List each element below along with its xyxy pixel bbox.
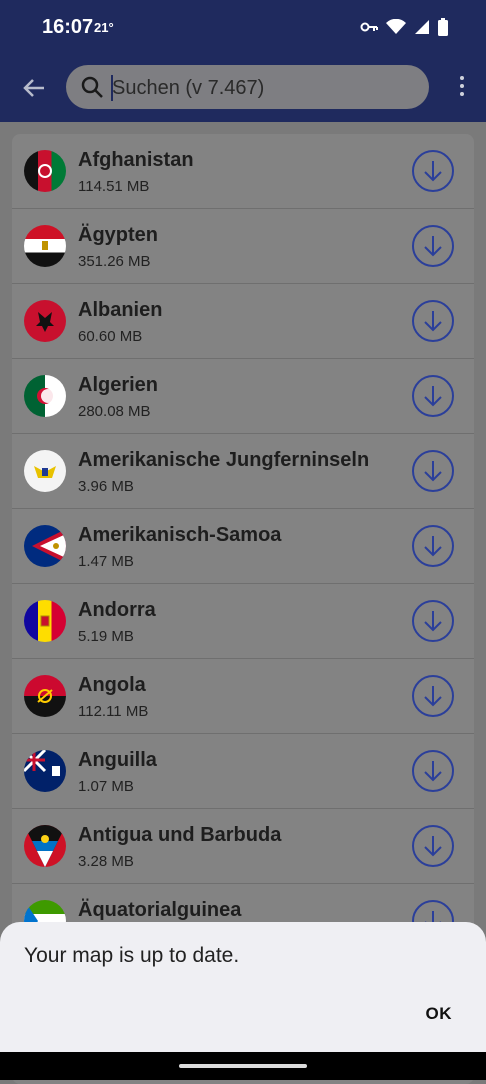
- flag-afghanistan-icon: [24, 150, 66, 192]
- download-size: 60.60 MB: [78, 328, 143, 345]
- country-name: Amerikanische Jungferninseln: [78, 449, 370, 471]
- download-icon[interactable]: [412, 225, 454, 267]
- back-arrow-icon[interactable]: [20, 74, 48, 102]
- battery-icon: [438, 18, 448, 36]
- download-size: 114.51 MB: [78, 178, 150, 195]
- country-name: Afghanistan: [78, 149, 194, 171]
- download-size: 5.19 MB: [78, 628, 134, 645]
- status-time: 16:07: [42, 16, 94, 38]
- list-item[interactable]: Antigua und Barbuda 3.28 MB: [12, 809, 474, 884]
- flag-egypt-icon: [24, 225, 66, 267]
- download-icon[interactable]: [412, 525, 454, 567]
- flag-andorra-icon: [24, 600, 66, 642]
- update-dialog: Your map is up to date. OK: [0, 922, 486, 1052]
- home-gesture-handle[interactable]: [179, 1064, 307, 1068]
- country-name: Amerikanisch-Samoa: [78, 524, 282, 546]
- download-icon[interactable]: [412, 375, 454, 417]
- download-size: 351.26 MB: [78, 253, 151, 270]
- download-size: 3.96 MB: [78, 478, 134, 495]
- download-icon[interactable]: [412, 300, 454, 342]
- search-input[interactable]: Suchen (v 7.467): [112, 77, 264, 100]
- country-name: Andorra: [78, 599, 156, 621]
- wifi-icon: [386, 19, 406, 34]
- flag-angola-icon: [24, 675, 66, 717]
- vpn-key-icon: [360, 22, 378, 32]
- search-icon: [81, 76, 103, 98]
- list-item[interactable]: Amerikanische Jungferninseln 3.96 MB: [12, 434, 474, 509]
- app-bar: Suchen (v 7.467): [0, 56, 486, 122]
- flag-antigua-barbuda-icon: [24, 825, 66, 867]
- country-name: Antigua und Barbuda: [78, 824, 282, 846]
- signal-icon: [415, 20, 429, 34]
- download-size: 3.28 MB: [78, 853, 134, 870]
- flag-anguilla-icon: [24, 750, 66, 792]
- download-size: 280.08 MB: [78, 403, 151, 420]
- list-item[interactable]: Anguilla 1.07 MB: [12, 734, 474, 809]
- country-name: Angola: [78, 674, 146, 696]
- status-bar: 16:07 21°: [0, 0, 486, 56]
- list-item[interactable]: Ägypten 351.26 MB: [12, 209, 474, 284]
- download-icon[interactable]: [412, 675, 454, 717]
- list-item[interactable]: Angola 112.11 MB: [12, 659, 474, 734]
- ok-button[interactable]: OK: [426, 1004, 453, 1024]
- country-name: Ägypten: [78, 224, 158, 246]
- download-size: 112.11 MB: [78, 703, 149, 720]
- overflow-menu-icon[interactable]: [458, 76, 466, 100]
- list-item[interactable]: Albanien 60.60 MB: [12, 284, 474, 359]
- country-name: Algerien: [78, 374, 159, 396]
- flag-algeria-icon: [24, 375, 66, 417]
- download-size: 1.47 MB: [78, 553, 134, 570]
- status-icons: [360, 18, 448, 36]
- download-icon[interactable]: [412, 750, 454, 792]
- navigation-bar: [0, 1052, 486, 1080]
- download-icon[interactable]: [412, 600, 454, 642]
- flag-albania-icon: [24, 300, 66, 342]
- list-item[interactable]: Amerikanisch-Samoa 1.47 MB: [12, 509, 474, 584]
- dialog-message: Your map is up to date.: [24, 944, 240, 967]
- flag-us-virgin-islands-icon: [24, 450, 66, 492]
- download-icon[interactable]: [412, 150, 454, 192]
- download-icon[interactable]: [412, 825, 454, 867]
- list-item[interactable]: Afghanistan 114.51 MB: [12, 134, 474, 209]
- country-name: Äquatorialguinea: [78, 899, 242, 921]
- country-name: Anguilla: [78, 749, 157, 771]
- list-item[interactable]: Andorra 5.19 MB: [12, 584, 474, 659]
- download-icon[interactable]: [412, 450, 454, 492]
- search-field[interactable]: Suchen (v 7.467): [66, 65, 429, 109]
- status-temperature: 21°: [94, 20, 114, 35]
- flag-american-samoa-icon: [24, 525, 66, 567]
- list-item[interactable]: Algerien 280.08 MB: [12, 359, 474, 434]
- download-size: 1.07 MB: [78, 778, 134, 795]
- country-name: Albanien: [78, 299, 163, 321]
